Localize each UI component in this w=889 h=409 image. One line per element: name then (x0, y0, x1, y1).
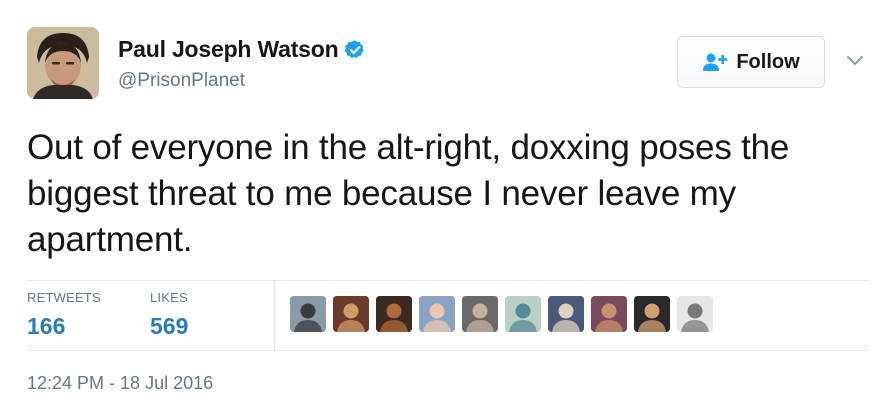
tweet-card: Paul Joseph Watson @PrisonPlanet Follow … (0, 0, 889, 409)
likes-stat[interactable]: LIKES 569 (150, 290, 188, 340)
author-name-row: Paul Joseph Watson (118, 36, 366, 63)
liker-avatar-1[interactable] (290, 296, 326, 332)
liker-avatar-7[interactable] (548, 296, 584, 332)
stats-divider-top (27, 280, 869, 281)
author-handle[interactable]: @PrisonPlanet (118, 70, 245, 92)
retweets-stat[interactable]: RETWEETS 166 (27, 290, 101, 340)
liker-avatar-5[interactable] (462, 296, 498, 332)
liker-avatar-6[interactable] (505, 296, 541, 332)
likes-count: 569 (150, 313, 189, 339)
add-user-icon (702, 52, 728, 72)
likes-label: LIKES (150, 290, 188, 305)
chevron-down-icon[interactable] (846, 54, 864, 66)
author-avatar[interactable] (27, 27, 99, 99)
stats-vertical-divider (274, 281, 275, 350)
retweets-label: RETWEETS (27, 290, 101, 305)
tweet-timestamp[interactable]: 12:24 PM - 18 Jul 2016 (27, 373, 213, 394)
liker-avatar-10[interactable] (677, 296, 713, 332)
liker-avatar-3[interactable] (376, 296, 412, 332)
tweet-text: Out of everyone in the alt-right, doxxin… (27, 128, 790, 259)
liker-avatar-4[interactable] (419, 296, 455, 332)
author-display-name[interactable]: Paul Joseph Watson (118, 36, 339, 63)
verified-badge-icon (344, 39, 366, 61)
retweets-count: 166 (27, 313, 66, 339)
liker-avatar-2[interactable] (333, 296, 369, 332)
follow-button[interactable]: Follow (677, 36, 825, 88)
stats-divider-bottom (27, 350, 869, 351)
follow-button-label: Follow (736, 50, 800, 73)
liker-avatar-8[interactable] (591, 296, 627, 332)
liker-avatar-9[interactable] (634, 296, 670, 332)
liker-avatars (290, 296, 720, 332)
avatar-image (27, 27, 99, 99)
